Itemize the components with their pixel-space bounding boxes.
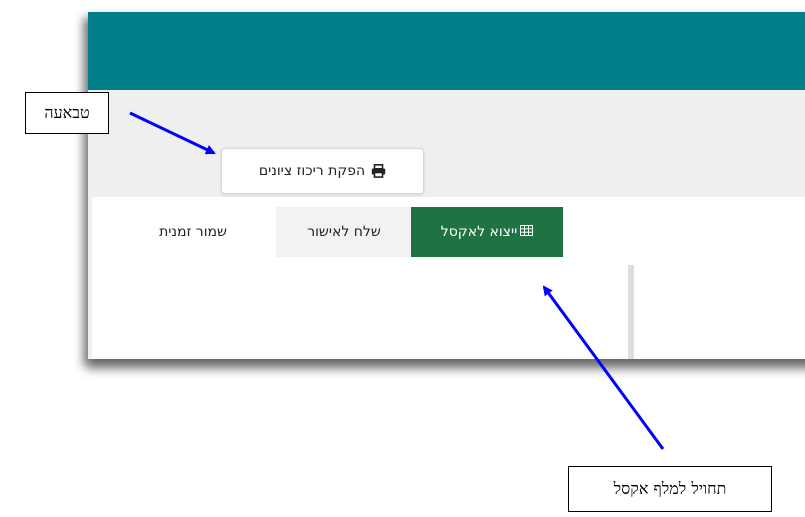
callout-excel-text: תחויל למלף אקסל (613, 479, 727, 498)
action-toolbar: שמור זמנית שלח לאישור ייצוא לאקסל (92, 207, 592, 257)
print-grades-summary-button[interactable]: הפקת ריכוז ציונים (221, 148, 424, 194)
callout-print: טבאעה (25, 92, 109, 134)
printer-icon (371, 164, 386, 178)
send-for-approval-button[interactable]: שלח לאישור (276, 207, 412, 257)
save-draft-button[interactable]: שמור זמנית (132, 207, 254, 257)
header-bar (88, 12, 805, 90)
callout-print-text: טבאעה (44, 103, 90, 122)
callout-excel: תחויל למלף אקסל (568, 466, 772, 512)
save-draft-label: שמור זמנית (159, 224, 227, 240)
table-grid-icon (520, 224, 534, 240)
app-window: הפקת ריכוז ציונים שמור זמנית שלח לאישור (88, 12, 805, 359)
content-panel: שמור זמנית שלח לאישור ייצוא לאקסל (92, 197, 805, 359)
print-button-label: הפקת ריכוז ציונים (258, 163, 366, 179)
send-approval-label: שלח לאישור (307, 224, 381, 240)
export-excel-label: ייצוא לאקסל (440, 224, 518, 240)
grades-grid-area (628, 265, 805, 359)
screenshot-stage: הפקת ריכוז ציונים שמור זמנית שלח לאישור (0, 0, 805, 517)
export-to-excel-button[interactable]: ייצוא לאקסל (411, 207, 563, 257)
